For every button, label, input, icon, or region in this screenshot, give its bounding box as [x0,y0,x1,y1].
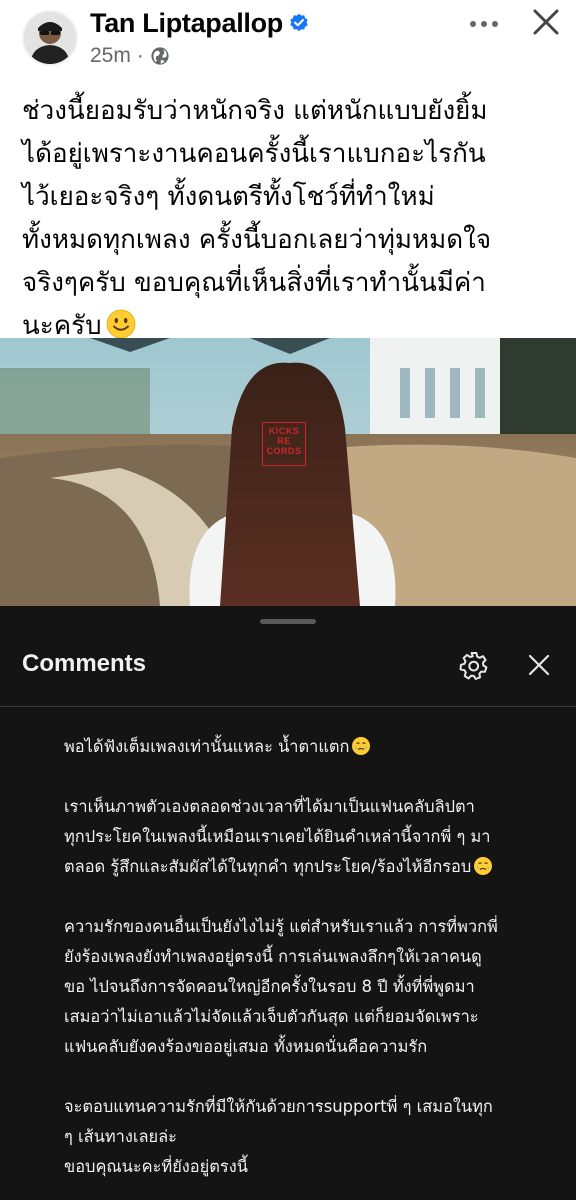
comment-paragraph: เราเห็นภาพตัวเองตลอดช่วงเวลาที่ได้มาเป็น… [64,792,546,882]
close-icon [533,9,559,35]
author-name[interactable]: Tan Liptapallop [90,8,283,39]
comment-paragraph: ความรักของคนอื่นเป็นยังไงไม่รู้ แต่สำหรั… [64,917,498,1056]
globe-icon[interactable] [150,46,170,66]
author-avatar[interactable] [22,10,78,66]
meta-separator: · [136,44,144,67]
drag-handle[interactable] [260,619,316,624]
kicks-records-watermark: KICKS RE CORDS [262,422,306,466]
post-video[interactable]: KICKS RE CORDS [0,338,576,606]
close-comments-button[interactable] [524,650,554,680]
post-meta: 25m · [90,44,170,68]
face-holding-back-tears-emoji [351,736,371,756]
post-text-body: ช่วงนี้ยอมรับว่าหนักจริง แต่หนักแบบยังยิ… [22,96,492,341]
post-text: ช่วงนี้ยอมรับว่าหนักจริง แต่หนักแบบยังยิ… [22,90,562,348]
sheet-divider [0,706,576,707]
avatar-image [24,12,76,64]
more-options-button[interactable] [464,14,504,34]
post-header: Tan Liptapallop 25m · [0,0,576,80]
comment-paragraph: จะตอบแทนความรักที่มีให้กันด้วยการsupport… [64,1097,493,1176]
author-row: Tan Liptapallop [90,6,309,40]
close-icon [528,654,550,676]
comment-paragraph: พอได้ฟังเต็มเพลงเท่านั้นแหละ น้ำตาแตก [64,732,546,762]
verified-badge-icon [289,13,309,33]
gear-icon [459,652,488,680]
comment-settings-button[interactable] [458,650,490,682]
smiling-face-emoji [106,309,136,339]
comments-sheet: Comments พอได้ฟังเต็มเพลงเท่านั้นแหละ น้… [0,606,576,1200]
face-holding-back-tears-emoji [473,856,493,876]
comments-title: Comments [22,650,147,677]
post-timestamp[interactable]: 25m [90,44,131,68]
more-dots-icon [470,21,476,27]
video-frame-image [0,338,576,606]
comment-body: พอได้ฟังเต็มเพลงเท่านั้นแหละ น้ำตาแตก เร… [64,732,546,1182]
close-post-button[interactable] [530,6,562,38]
